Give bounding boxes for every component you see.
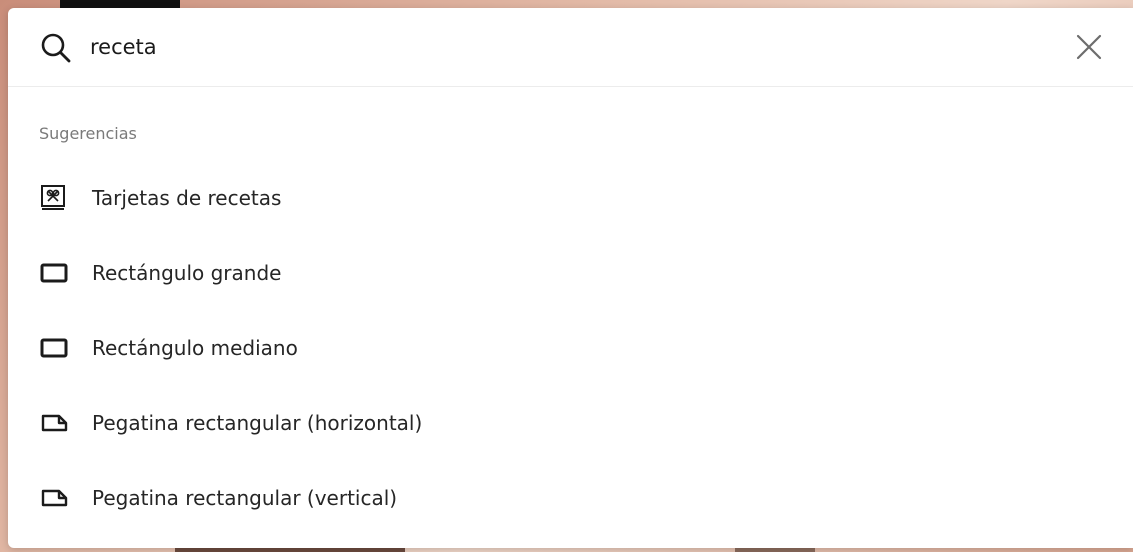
suggestion-item[interactable]: Pegatina rectangular (vertical): [8, 460, 1133, 535]
search-input[interactable]: [90, 28, 1050, 66]
recipe-card-icon: [41, 184, 65, 210]
background-element: [735, 548, 815, 552]
sticker-icon: [41, 414, 68, 431]
suggestions-section-title: Sugerencias: [39, 124, 137, 143]
close-icon[interactable]: [1072, 30, 1106, 64]
search-icon: [41, 33, 71, 63]
suggestion-label: Rectángulo mediano: [92, 335, 298, 360]
sticker-icon: [41, 489, 68, 506]
rectangle-icon: [40, 263, 68, 282]
suggestion-item[interactable]: Rectángulo grande: [8, 235, 1133, 310]
search-dropdown-panel: Sugerencias Tarjetas de recetas Rectángu…: [8, 8, 1133, 548]
suggestion-item[interactable]: Pegatina rectangular (horizontal): [8, 385, 1133, 460]
search-bar: [8, 8, 1133, 87]
suggestion-label: Pegatina rectangular (vertical): [92, 485, 398, 510]
suggestion-label: Tarjetas de recetas: [92, 185, 282, 210]
suggestions-list: Tarjetas de recetas Rectángulo grande Re…: [8, 160, 1133, 535]
suggestion-item[interactable]: Rectángulo mediano: [8, 310, 1133, 385]
suggestion-label: Rectángulo grande: [92, 260, 282, 285]
suggestion-item[interactable]: Tarjetas de recetas: [8, 160, 1133, 235]
suggestion-label: Pegatina rectangular (horizontal): [92, 410, 423, 435]
rectangle-icon: [40, 338, 68, 357]
